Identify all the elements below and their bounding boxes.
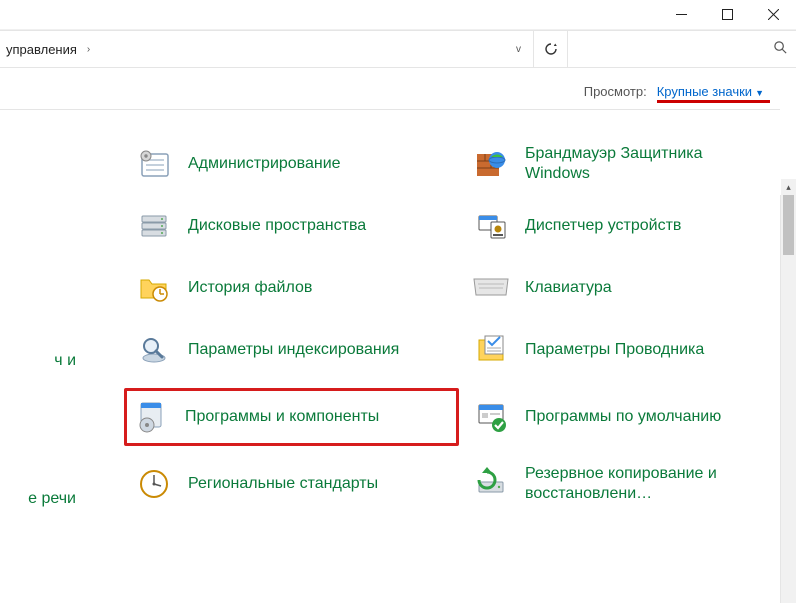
search-icon [773, 40, 788, 58]
item-label: Параметры Проводника [525, 340, 704, 360]
item-label: Резервное копирование и восстановлени… [525, 464, 745, 504]
item-label: Региональные стандарты [188, 474, 378, 494]
item-regional-settings[interactable]: Региональные стандарты [130, 460, 459, 508]
item-backup-restore[interactable]: Резервное копирование и восстановлени… [467, 460, 796, 508]
breadcrumb[interactable]: управления › v [0, 31, 534, 67]
view-mode-row: Просмотр: Крупные значки▼ [0, 68, 796, 109]
item-label: Параметры индексирования [188, 340, 399, 360]
gear-list-icon [134, 144, 174, 184]
item-firewall[interactable]: Брандмауэр Защитника Windows [467, 140, 796, 188]
default-programs-icon [471, 397, 511, 437]
history-dropdown-icon[interactable]: v [510, 44, 527, 55]
item-label: История файлов [188, 278, 312, 298]
item-storage-spaces[interactable]: Дисковые пространства [130, 202, 459, 250]
view-label: Просмотр: [584, 84, 647, 99]
item-label: Программы по умолчанию [525, 407, 721, 427]
region-clock-icon [134, 464, 174, 504]
programs-icon [131, 397, 171, 437]
item-default-programs[interactable]: Программы по умолчанию [467, 388, 796, 446]
explorer-options-icon [471, 330, 511, 370]
search-input[interactable] [568, 31, 796, 67]
device-manager-icon [471, 206, 511, 246]
item-file-history[interactable]: История файлов [130, 264, 459, 312]
window-titlebar [0, 0, 796, 30]
cropped-left-column: ч и е речи [0, 110, 80, 596]
minimize-button[interactable] [658, 0, 704, 30]
scrollbar-thumb[interactable] [783, 195, 794, 255]
chevron-down-icon: ▼ [755, 88, 764, 98]
firewall-icon [471, 144, 511, 184]
view-mode-value: Крупные значки [657, 84, 752, 99]
breadcrumb-separator-icon[interactable]: › [81, 44, 96, 55]
item-keyboard[interactable]: Клавиатура [467, 264, 796, 312]
content-area: ч и е речи Администрирование Брандмауэр … [0, 110, 796, 596]
item-device-manager[interactable]: Диспетчер устройств [467, 202, 796, 250]
vertical-scrollbar[interactable]: ▴ [780, 195, 796, 603]
item-label: Дисковые пространства [188, 216, 366, 236]
folder-history-icon [134, 268, 174, 308]
maximize-button[interactable] [704, 0, 750, 30]
cropped-label: ч и [54, 352, 76, 370]
scroll-up-icon[interactable]: ▴ [781, 179, 796, 195]
item-label: Диспетчер устройств [525, 216, 681, 236]
item-label: Администрирование [188, 154, 341, 174]
item-indexing-options[interactable]: Параметры индексирования [130, 326, 459, 374]
backup-restore-icon [471, 464, 511, 504]
address-bar-row: управления › v [0, 30, 796, 68]
close-button[interactable] [750, 0, 796, 30]
control-panel-grid: Администрирование Брандмауэр Защитника W… [80, 110, 796, 596]
item-label: Клавиатура [525, 278, 612, 298]
item-label: Программы и компоненты [185, 407, 379, 427]
keyboard-icon [471, 268, 511, 308]
refresh-button[interactable] [534, 31, 568, 67]
view-mode-dropdown[interactable]: Крупные значки▼ [657, 84, 764, 99]
item-programs-and-features[interactable]: Программы и компоненты [124, 388, 459, 446]
breadcrumb-segment[interactable]: управления [6, 42, 81, 57]
item-administration[interactable]: Администрирование [130, 140, 459, 188]
drives-icon [134, 206, 174, 246]
item-label: Брандмауэр Защитника Windows [525, 144, 745, 184]
indexing-icon [134, 330, 174, 370]
cropped-label: е речи [28, 490, 76, 508]
item-explorer-options[interactable]: Параметры Проводника [467, 326, 796, 374]
